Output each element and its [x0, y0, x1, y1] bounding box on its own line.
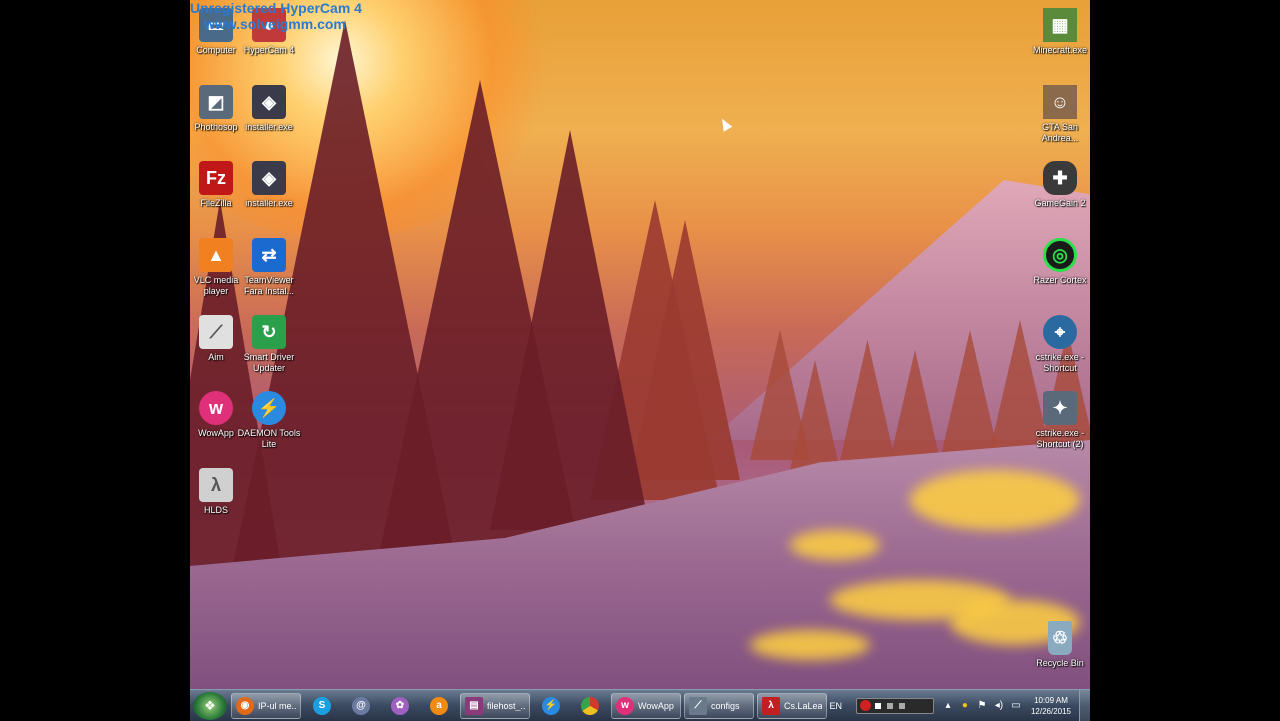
desktop-icon-smart-driver-updater[interactable]: ↻ Smart Driver Updater	[234, 315, 304, 374]
firefox-icon: ◉	[236, 696, 254, 715]
desktop-wallpaper	[190, 0, 1090, 720]
speaker-icon[interactable]: ◂)	[993, 700, 1005, 712]
desktop-icon-recycle-bin[interactable]: ♲ Recycle Bin	[1025, 621, 1095, 669]
taskbar: ❖ ◉ IP-ul me... S @ ✿ a ▤ filehost_... ⚡…	[190, 689, 1090, 721]
language-indicator[interactable]: EN	[829, 701, 842, 711]
system-clock[interactable]: 10:09 AM 12/26/2015	[1031, 695, 1071, 717]
chrome-icon	[581, 696, 599, 715]
wowapp-icon: w	[199, 391, 233, 425]
desktop-icon-cstrike-shortcut[interactable]: ⌖ cstrike.exe - Shortcut	[1025, 315, 1095, 374]
avast-icon: a	[430, 696, 448, 715]
icon-label: Razer Cortex	[1033, 275, 1087, 285]
desktop-icon-gamegain[interactable]: ✚ GameGain 2	[1025, 161, 1095, 209]
icon-label: GTA San Andrea...	[1041, 122, 1079, 143]
hypercam-recorder-bar[interactable]	[855, 697, 934, 714]
desktop-icon-teamviewer[interactable]: ⇄ TeamViewer Fara Instal...	[234, 238, 304, 297]
icon-label: installer.exe	[245, 122, 293, 132]
watermark-line2: www.solveigmm.com	[204, 16, 346, 32]
record-icon[interactable]	[859, 700, 871, 711]
stop-icon[interactable]	[874, 702, 881, 709]
tray-expand-icon[interactable]: ▴	[942, 700, 954, 712]
cstrike-icon: ✦	[1043, 391, 1077, 425]
photoshop-icon: ◩	[199, 85, 233, 119]
clock-time: 10:09 AM	[1034, 695, 1068, 705]
installer-icon: ◈	[252, 85, 286, 119]
browser-swirl-icon: @	[352, 696, 370, 715]
taskbar-item-configs[interactable]: ⟋ configs	[684, 692, 754, 719]
driver-updater-icon: ↻	[252, 315, 286, 349]
wallpaper-sunlight	[750, 630, 870, 660]
bird-icon: ✿	[391, 696, 409, 715]
gta-icon: ☺	[1043, 85, 1077, 119]
taskbar-item-wowapp[interactable]: w WowApp	[611, 692, 681, 719]
winrar-icon: ▤	[465, 696, 483, 715]
taskbar-item-bird-app[interactable]: ✿	[382, 693, 418, 719]
cstrike-icon: ⌖	[1043, 315, 1077, 349]
desktop-icon-razer-cortex[interactable]: ◎ Razer Cortex	[1025, 238, 1095, 286]
filezilla-icon: Fz	[199, 161, 233, 195]
wowapp-icon: w	[616, 696, 634, 715]
taskbar-item-label: filehost_...	[487, 700, 525, 711]
icon-label: DAEMON Tools Lite	[237, 428, 301, 449]
desktop-icon-minecraft[interactable]: ▦ Minecraft.exe	[1025, 8, 1095, 56]
watermark-line1: Unregistered HyperCam 4	[190, 0, 362, 16]
wallpaper-sunlight	[910, 470, 1080, 530]
icon-label: GameGain 2	[1034, 198, 1086, 208]
system-tray: EN ▴ ● ⚑ ◂) ▭ 10:09 AM 12/26/2015	[829, 690, 1090, 721]
icon-label: HyperCam 4	[243, 45, 295, 55]
pause-icon[interactable]	[886, 702, 893, 709]
recycle-bin-icon: ♲	[1048, 621, 1072, 655]
desktop-icon-cstrike-shortcut-2[interactable]: ✦ cstrike.exe - Shortcut (2)	[1025, 391, 1095, 450]
razer-cortex-icon: ◎	[1043, 238, 1077, 272]
half-life-icon: λ	[762, 696, 780, 715]
taskbar-item-firefox[interactable]: ◉ IP-ul me...	[231, 692, 301, 719]
minecraft-icon: ▦	[1043, 8, 1077, 42]
icon-label: cstrike.exe - Shortcut	[1035, 352, 1085, 373]
taskbar-item-label: Cs.LaLea...	[784, 700, 822, 711]
flag-icon[interactable]: ⚑	[976, 700, 988, 712]
skype-icon: S	[313, 696, 331, 715]
hypercam-watermark: Unregistered HyperCam 4 www.solveigmm.co…	[190, 0, 362, 32]
taskbar-item-label: WowApp	[638, 700, 674, 711]
show-desktop-button[interactable]	[1079, 690, 1090, 721]
desktop-icon-hlds[interactable]: λ HLDS	[181, 468, 251, 516]
tray-app-icon[interactable]: ●	[959, 700, 971, 712]
icon-label: HLDS	[203, 505, 228, 515]
icon-label: TeamViewer Fara Instal...	[243, 275, 295, 296]
taskbar-item-avast[interactable]: a	[421, 693, 457, 719]
hlds-icon: λ	[199, 468, 233, 502]
taskbar-item-cs-game[interactable]: λ Cs.LaLea...	[757, 692, 827, 719]
clock-date: 12/26/2015	[1030, 706, 1071, 716]
desktop-icon-gta-san-andreas[interactable]: ☺ GTA San Andrea...	[1025, 85, 1095, 144]
icon-label: installer.exe	[245, 198, 293, 208]
icon-label: Minecraft.exe	[1032, 45, 1088, 55]
folder-icon: ⟋	[689, 696, 707, 715]
taskbar-item-browser[interactable]: @	[343, 693, 379, 719]
teamviewer-icon: ⇄	[252, 238, 286, 272]
taskbar-item-daemon-tools[interactable]: ⚡	[533, 693, 569, 719]
network-icon[interactable]: ▭	[1010, 700, 1022, 712]
daemon-tools-icon: ⚡	[542, 696, 560, 715]
taskbar-item-label: configs	[711, 700, 740, 711]
aim-icon: ⟋	[199, 315, 233, 349]
vlc-icon: ▲	[199, 238, 233, 272]
taskbar-item-skype[interactable]: S	[304, 693, 340, 719]
gamepad-icon: ✚	[1043, 161, 1077, 195]
installer-icon: ◈	[252, 161, 286, 195]
icon-label: Recycle Bin	[1036, 658, 1084, 668]
taskbar-item-filehost[interactable]: ▤ filehost_...	[460, 692, 530, 719]
desktop-icon-daemon-tools[interactable]: ⚡ DAEMON Tools Lite	[234, 391, 304, 450]
taskbar-item-label: IP-ul me...	[258, 700, 296, 711]
start-button[interactable]: ❖	[193, 691, 227, 720]
desktop-icon-installer-2[interactable]: ◈ installer.exe	[234, 161, 304, 209]
daemon-tools-icon: ⚡	[252, 391, 286, 425]
wallpaper-sunlight	[790, 530, 880, 560]
settings-icon[interactable]	[898, 702, 905, 709]
taskbar-item-chrome[interactable]	[572, 693, 608, 719]
desktop-icon-installer[interactable]: ◈ installer.exe	[234, 85, 304, 133]
icon-label: Smart Driver Updater	[243, 352, 295, 373]
icon-label: cstrike.exe - Shortcut (2)	[1035, 428, 1085, 449]
